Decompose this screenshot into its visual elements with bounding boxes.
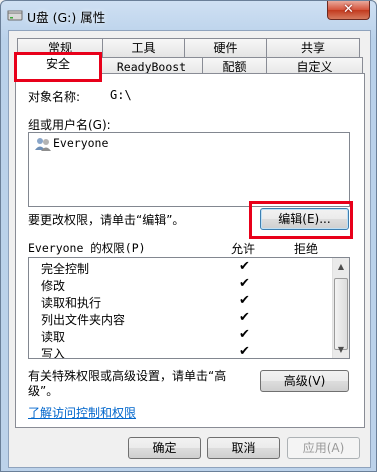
deny-header: 拒绝 [294, 242, 319, 256]
permission-row: 读取和执行 [41, 294, 101, 311]
allow-header: 允许 [231, 242, 256, 256]
change-permissions-prompt: 要更改权限，请单击“编辑”。 [28, 213, 185, 227]
permissions-scrollbar[interactable]: ▲ ▼ [332, 258, 349, 358]
permission-row: 列出文件夹内容 [41, 311, 125, 328]
permission-name: 修改 [41, 279, 66, 293]
window-title: U盘 (G:) 属性 [27, 10, 106, 25]
users-icon [35, 136, 51, 152]
scroll-thumb[interactable] [334, 278, 348, 350]
allow-check-icon: ✔ [239, 344, 250, 359]
tab-sharing[interactable]: 共享 [266, 38, 360, 57]
object-name-label: 对象名称: [28, 90, 81, 104]
permission-name: 读取和执行 [41, 296, 102, 310]
permission-row: 完全控制 [41, 260, 89, 277]
allow-check-icon: ✔ [239, 259, 250, 274]
security-panel: 对象名称: G:\ 组或用户名(G): Everyone 要更改权限，请单击“编… [15, 73, 365, 428]
group-users-list[interactable]: Everyone [28, 132, 350, 207]
permission-row: 写入 [41, 345, 66, 359]
close-icon: ✕ [343, 2, 354, 17]
allow-check-icon: ✔ [239, 327, 250, 342]
apply-button[interactable]: 应用(A) [287, 437, 360, 459]
permission-name: 写入 [41, 347, 66, 359]
cancel-button[interactable]: 取消 [207, 437, 280, 459]
advanced-prompt-line2: 级”。 [28, 384, 59, 398]
permission-name: 读取 [41, 330, 66, 344]
drive-icon [7, 8, 23, 22]
object-name-value: G:\ [110, 88, 132, 102]
group-users-label: 组或用户名(G): [28, 118, 111, 132]
tab-hardware[interactable]: 硬件 [184, 38, 267, 57]
user-name: Everyone [53, 136, 109, 150]
permission-row: 读取 [41, 328, 65, 345]
close-button[interactable]: ✕ [327, 1, 370, 20]
properties-window: U盘 (G:) 属性 ✕ 常规 工具 硬件 共享 安全 ReadyBoost 配… [0, 0, 377, 472]
scroll-down-icon[interactable]: ▼ [333, 341, 349, 358]
tab-tools[interactable]: 工具 [102, 38, 185, 57]
permission-name: 完全控制 [41, 262, 90, 276]
allow-check-icon: ✔ [239, 310, 250, 325]
permissions-header: Everyone 的权限(P) [28, 241, 146, 255]
highlight-edit-button [249, 201, 353, 239]
learn-access-control-link[interactable]: 了解访问控制和权限 [28, 404, 136, 421]
title-bar[interactable]: U盘 (G:) 属性 ✕ [1, 1, 376, 29]
permission-row: 修改 [41, 277, 65, 294]
allow-check-icon: ✔ [239, 276, 250, 291]
highlight-security-tab [14, 52, 102, 82]
permission-name: 列出文件夹内容 [41, 313, 126, 327]
ok-button[interactable]: 确定 [128, 437, 201, 459]
allow-check-icon: ✔ [239, 293, 250, 308]
scroll-up-icon[interactable]: ▲ [333, 258, 349, 275]
permissions-list[interactable]: 完全控制 ✔ 修改 ✔ 读取和执行 ✔ 列出文件夹内容 ✔ 读取 ✔ 写入 ✔ [28, 257, 350, 359]
advanced-button[interactable]: 高级(V) [260, 370, 349, 392]
